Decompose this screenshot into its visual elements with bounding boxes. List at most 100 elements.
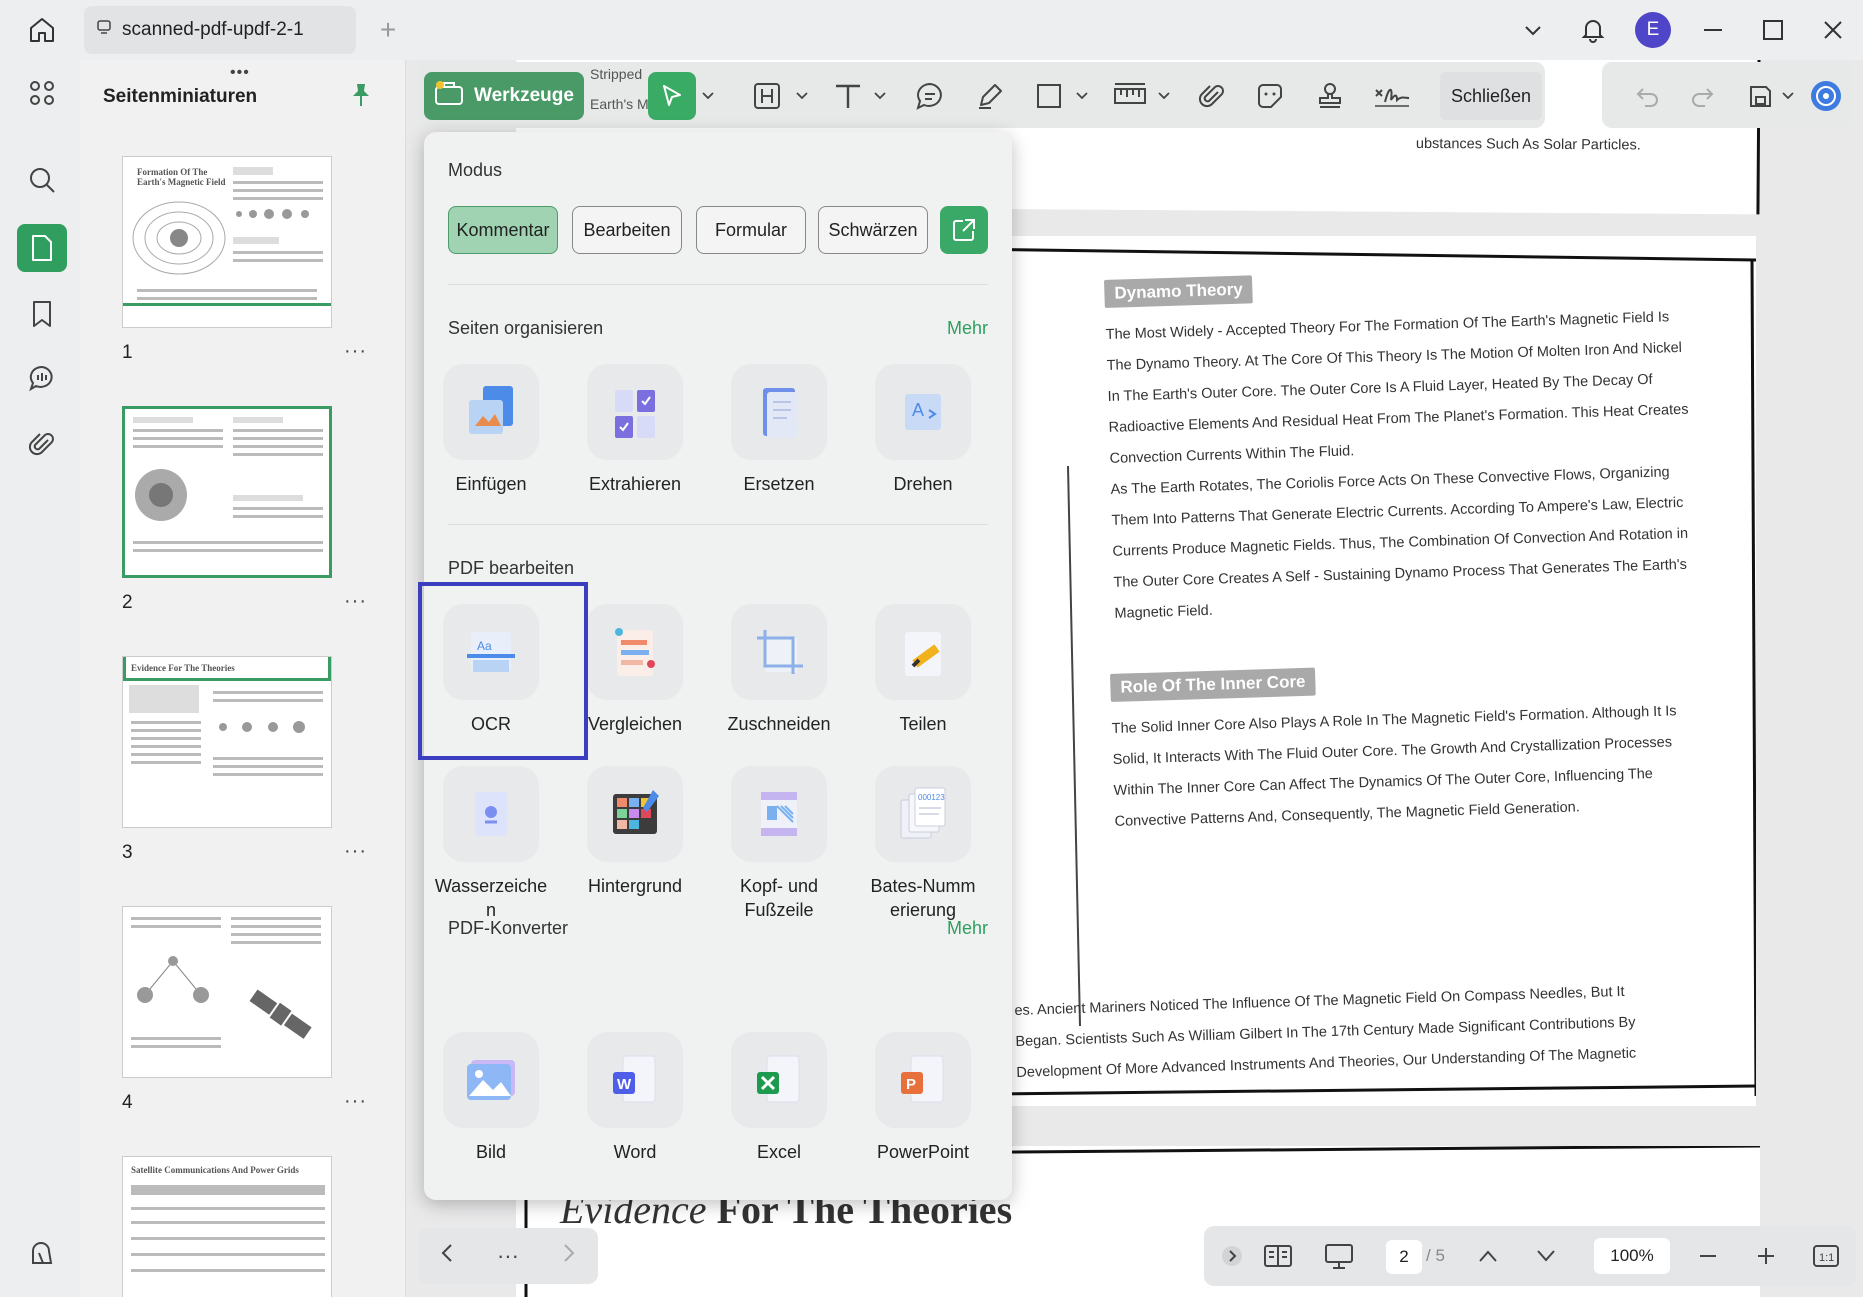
chevron-left-icon[interactable] xyxy=(440,1243,454,1269)
header-footer-icon xyxy=(731,766,827,862)
notification-bell-icon[interactable] xyxy=(1563,0,1623,60)
mode-redact-button[interactable]: Schwärzen xyxy=(818,206,928,254)
mode-edit-button[interactable]: Bearbeiten xyxy=(572,206,682,254)
nav-more-button[interactable]: ··· xyxy=(497,1243,519,1269)
page-2-more-button[interactable]: ··· xyxy=(344,590,367,613)
save-icon[interactable] xyxy=(1742,72,1778,120)
zoom-in-icon[interactable] xyxy=(1746,1232,1786,1280)
tile-label: Einfügen xyxy=(455,474,527,494)
page-thumbnail-4[interactable] xyxy=(122,906,332,1078)
comment-tool-icon[interactable] xyxy=(910,72,950,120)
external-open-button[interactable] xyxy=(940,206,988,254)
text-dropdown-icon[interactable] xyxy=(872,72,888,120)
tile-split[interactable]: Teilen xyxy=(858,604,988,736)
zoom-out-icon[interactable] xyxy=(1688,1232,1728,1280)
ai-assistant-icon[interactable] xyxy=(1806,72,1846,120)
thumb-line xyxy=(231,933,321,936)
page-1-more-button[interactable]: ··· xyxy=(344,340,367,363)
maximize-button[interactable] xyxy=(1743,0,1803,60)
tile-background[interactable]: Hintergrund xyxy=(570,766,700,898)
panel-drag-handle[interactable]: ••• xyxy=(230,64,250,82)
new-tab-button[interactable]: + xyxy=(372,14,404,46)
tile-image[interactable]: Bild xyxy=(426,1032,556,1164)
tile-insert[interactable]: Einfügen xyxy=(426,364,556,496)
tile-label: Kopf- und Fußzeile xyxy=(739,876,819,921)
tile-watermark[interactable]: Wasserzeiche n xyxy=(426,766,556,923)
expand-panel-icon[interactable] xyxy=(1212,1232,1252,1280)
highlight-tool-icon[interactable] xyxy=(748,72,786,120)
attach-tool-icon[interactable] xyxy=(1192,72,1232,120)
shape-tool-icon[interactable] xyxy=(1030,72,1068,120)
close-tools-button[interactable]: Schließen xyxy=(1440,72,1542,120)
tile-crop[interactable]: Zuschneiden xyxy=(714,604,844,736)
tools-button[interactable]: Werkzeuge xyxy=(424,72,584,120)
mode-comment-button[interactable]: Kommentar xyxy=(448,206,558,254)
minimize-button[interactable] xyxy=(1683,0,1743,60)
thumb-line xyxy=(131,1045,221,1048)
page-number-1: 1 xyxy=(122,342,133,363)
pin-icon[interactable] xyxy=(348,82,374,113)
apps-grid-icon[interactable] xyxy=(17,69,67,117)
undo-icon[interactable] xyxy=(1630,72,1666,120)
redo-icon[interactable] xyxy=(1684,72,1720,120)
tile-powerpoint[interactable]: P PowerPoint xyxy=(858,1032,988,1164)
page-thumbnail-3[interactable]: Evidence For The Theories xyxy=(122,656,332,828)
page-4-more-button[interactable]: ··· xyxy=(344,1090,367,1113)
converter-more-link[interactable]: Mehr xyxy=(947,918,988,939)
document-tab[interactable]: scanned-pdf-updf-2-1 xyxy=(84,6,356,54)
tile-excel[interactable]: Excel xyxy=(714,1032,844,1164)
tile-bates[interactable]: 000123 Bates-Numm erierung xyxy=(858,766,988,923)
save-dropdown-icon[interactable] xyxy=(1780,72,1796,120)
highlight-dropdown-icon[interactable] xyxy=(794,72,810,120)
page-thumbnail-1[interactable]: Formation Of The Earth's Magnetic Field xyxy=(122,156,332,328)
tile-header-footer[interactable]: Kopf- und Fußzeile xyxy=(714,766,844,923)
document-tab-icon xyxy=(96,19,112,41)
current-page-input[interactable]: 2 xyxy=(1386,1240,1422,1274)
page-layout-icon[interactable] xyxy=(1256,1232,1300,1280)
select-tool-button[interactable] xyxy=(648,72,696,120)
next-page-icon[interactable] xyxy=(1526,1232,1566,1280)
tile-rotate[interactable]: A Drehen xyxy=(858,364,988,496)
tile-compare[interactable]: Vergleichen xyxy=(570,604,700,736)
home-icon[interactable] xyxy=(22,12,62,48)
attachment-icon[interactable] xyxy=(17,420,67,468)
organize-more-link[interactable]: Mehr xyxy=(947,318,988,339)
tile-replace[interactable]: Ersetzen xyxy=(714,364,844,496)
close-window-button[interactable] xyxy=(1803,0,1863,60)
shape-dropdown-icon[interactable] xyxy=(1074,72,1090,120)
stamp-tool-icon[interactable] xyxy=(1310,72,1350,120)
page-thumbnail-5[interactable]: Satellite Communications And Power Grids xyxy=(122,1156,332,1297)
tile-extract[interactable]: Extrahieren xyxy=(570,364,700,496)
text-tool-icon[interactable] xyxy=(828,72,868,120)
presentation-icon[interactable] xyxy=(1314,1232,1364,1280)
search-icon[interactable] xyxy=(17,156,67,204)
chevron-right-icon[interactable] xyxy=(562,1243,576,1269)
chevron-down-icon[interactable] xyxy=(1503,0,1563,60)
thumbnails-icon[interactable] xyxy=(17,224,67,272)
signature-tool-icon[interactable] xyxy=(1370,72,1414,120)
bookmark-icon[interactable] xyxy=(17,290,67,338)
select-tool-dropdown-icon[interactable] xyxy=(700,72,716,120)
user-avatar[interactable]: E xyxy=(1623,0,1683,60)
measure-tool-icon[interactable] xyxy=(1108,72,1152,120)
page-thumbnail-2[interactable] xyxy=(122,406,332,578)
sticker-tool-icon[interactable] xyxy=(1250,72,1290,120)
page-nav-controls: ··· xyxy=(418,1228,598,1284)
rotate-page-icon: A xyxy=(875,364,971,460)
previous-page-icon[interactable] xyxy=(1468,1232,1508,1280)
theme-icon[interactable] xyxy=(17,1230,67,1278)
measure-dropdown-icon[interactable] xyxy=(1156,72,1172,120)
actual-size-icon[interactable]: 1:1 xyxy=(1804,1232,1848,1280)
page-3-more-button[interactable]: ··· xyxy=(344,840,367,863)
tile-word[interactable]: W Word xyxy=(570,1032,700,1164)
replace-page-icon xyxy=(731,364,827,460)
svg-text:P: P xyxy=(906,1076,916,1093)
comment-icon[interactable] xyxy=(17,354,67,402)
zoom-level[interactable]: 100% xyxy=(1594,1238,1670,1274)
avatar: E xyxy=(1635,12,1671,48)
mode-form-button[interactable]: Formular xyxy=(696,206,806,254)
thumb-block xyxy=(233,495,303,501)
tile-label: Vergleichen xyxy=(587,714,683,734)
pencil-tool-icon[interactable] xyxy=(970,72,1010,120)
toolbox-icon xyxy=(434,80,464,112)
